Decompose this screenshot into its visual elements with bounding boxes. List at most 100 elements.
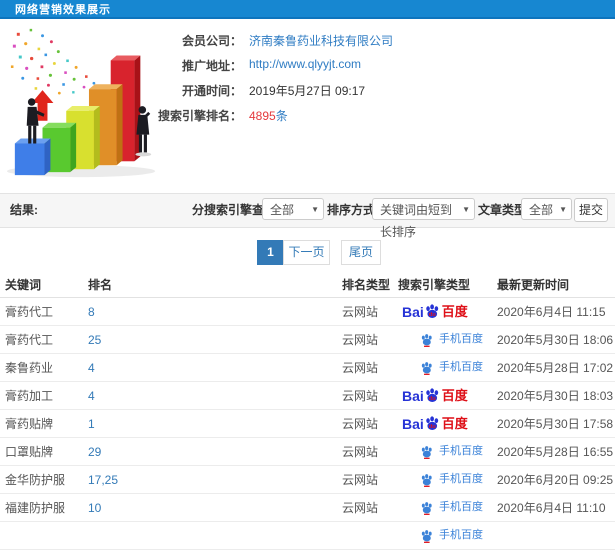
rank-type-cell: 云网站 [342,417,379,431]
next-page-button[interactable]: 下一页 [283,240,330,265]
rank-link[interactable]: 4 [88,361,342,375]
update-time-cell: 2020年5月30日 17:58 [497,417,614,431]
table-row: 金华防护服 17,25 云网站 手机百度 2020年6月20日 09:25 [0,466,615,494]
engine-type-cell: 手机百度 [398,361,497,375]
member-company-row: 会员公司： 济南秦鲁药业科技有限公司 [150,32,610,48]
baidu-paw-icon [421,473,432,487]
rank-link[interactable]: 10 [88,501,342,515]
title-bar: 网络营销效果展示 [0,0,615,19]
table-row: 秦鲁药业 4 云网站 手机百度 2020年5月28日 17:02 [0,354,615,382]
sort-select[interactable]: 关键词由短到长排序 ▼ [372,198,475,239]
keyword-cell: 膏药加工 [5,389,54,403]
mobile-baidu-label: 手机百度 [439,445,483,457]
sort-label: 排序方式 [327,203,376,217]
confetti-dots [10,28,96,95]
header-rank-type: 排名类型 [342,278,391,292]
update-time-cell: 2020年5月28日 17:02 [497,361,614,375]
open-time-value: 2019年5月27日 09:17 [249,84,366,98]
table-row: 手机百度 [0,522,615,550]
svg-text:du: du [429,312,436,318]
update-time-cell: 2020年6月20日 09:25 [497,473,614,487]
update-time-cell: 2020年5月28日 16:55 [497,445,614,459]
keyword-cell: 福建防护服 [5,501,66,515]
mobile-baidu-logo: 手机百度 [420,333,483,347]
rank-link[interactable]: 4 [88,389,342,403]
table-row: 膏药代工 25 云网站 手机百度 2020年5月30日 18:06 [0,326,615,354]
header-update-time: 最新更新时间 [497,278,570,292]
chevron-down-icon: ▼ [462,205,470,214]
rank-type-cell: 云网站 [342,473,379,487]
engine-type-cell: 手机百度 [398,445,497,459]
promo-url-link[interactable]: http://www.qlyyjt.com [249,57,361,71]
rank-type-cell: 云网站 [342,445,379,459]
chevron-down-icon: ▼ [559,205,567,214]
baidu-paw-icon: du [426,388,438,402]
engine-type-cell: Bai du 百度 [398,415,497,432]
mobile-baidu-label: 手机百度 [439,333,483,345]
baidu-logo-cn: 百度 [441,416,468,431]
svg-text:du: du [429,396,436,402]
update-time-cell: 2020年6月4日 11:10 [497,501,606,515]
keyword-cell: 膏药代工 [5,305,54,319]
chevron-down-icon: ▼ [311,205,319,214]
mobile-baidu-logo: 手机百度 [420,445,483,459]
engine-type-cell: Bai du 百度 [398,303,497,320]
open-time-row: 开通时间： 2019年5月27日 09:17 [150,82,610,98]
submit-button[interactable]: 提交 [574,198,608,222]
baidu-paw-icon [421,361,432,375]
baidu-logo: Bai du 百度 [402,303,468,320]
baidu-logo-latin: Bai [402,387,424,404]
rank-link[interactable]: 25 [88,333,342,347]
header-engine-type: 搜索引擎类型 [398,278,471,292]
engine-type-cell: 手机百度 [398,501,497,515]
engine-view-select[interactable]: 全部 ▼ [262,198,324,220]
mobile-baidu-label: 手机百度 [439,473,483,485]
keyword-cell: 膏药代工 [5,333,54,347]
mobile-baidu-logo: 手机百度 [420,361,483,375]
pagination: 1 下一页 尾页 [0,240,615,265]
engine-rank-value: 4895条 [249,107,288,124]
engine-type-cell: 手机百度 [398,333,497,347]
rank-link[interactable]: 17,25 [88,473,342,487]
baidu-logo: Bai du 百度 [402,415,468,432]
baidu-paw-icon [421,445,432,459]
keyword-cell: 秦鲁药业 [5,361,54,375]
rank-link[interactable]: 8 [88,305,342,319]
rank-type-cell: 云网站 [342,333,379,347]
engine-type-cell: 手机百度 [398,473,497,487]
mobile-baidu-label: 手机百度 [439,361,483,373]
rank-type-cell: 云网站 [342,305,379,319]
last-page-button[interactable]: 尾页 [341,240,381,265]
page-1-button[interactable]: 1 [257,240,284,265]
promo-url-label: 推广地址： [181,59,242,73]
keyword-cell: 口罩贴牌 [5,445,54,459]
baidu-logo: Bai du 百度 [402,387,468,404]
promo-url-row: 推广地址： http://www.qlyyjt.com [150,57,610,73]
engine-view-selected: 全部 [270,203,295,217]
mobile-baidu-logo: 手机百度 [420,501,483,515]
rank-type-cell: 云网站 [342,389,379,403]
baidu-paw-icon [421,529,432,543]
table-row: 福建防护服 10 云网站 手机百度 2020年6月4日 11:10 [0,494,615,522]
table-body: 膏药代工 8 云网站 Bai du 百度 2020年6月4日 11:15 膏药代工 25 云网站手… [0,298,615,550]
mobile-baidu-logo: 手机百度 [420,529,483,543]
baidu-logo-latin: Bai [402,303,424,320]
table-row: 膏药贴牌 1 云网站 Bai du 百度 2020年5月30日 17:58 [0,410,615,438]
open-time-label: 开通时间： [181,84,242,98]
header-keyword: 关键词 [5,278,42,292]
header-rank: 排名 [88,278,113,292]
article-type-select[interactable]: 全部 ▼ [521,198,572,220]
mobile-baidu-label: 手机百度 [439,529,483,541]
rank-type-cell: 云网站 [342,361,379,375]
rank-link[interactable]: 29 [88,445,342,459]
engine-type-cell: Bai du 百度 [398,387,497,404]
growth-chart-illustration [6,28,156,178]
update-time-cell: 2020年6月4日 11:15 [497,305,606,319]
baidu-logo-cn: 百度 [441,388,468,403]
member-company-link[interactable]: 济南秦鲁药业科技有限公司 [249,32,393,49]
results-table: 关键词 排名 排名类型 搜索引擎类型 最新更新时间 膏药代工 8 云网站 Bai du 百… [0,272,615,550]
rank-link[interactable]: 1 [88,417,342,431]
baidu-paw-icon [421,333,432,347]
engine-rank-label: 搜索引擎排名： [157,109,242,123]
rank-type-cell: 云网站 [342,501,379,515]
